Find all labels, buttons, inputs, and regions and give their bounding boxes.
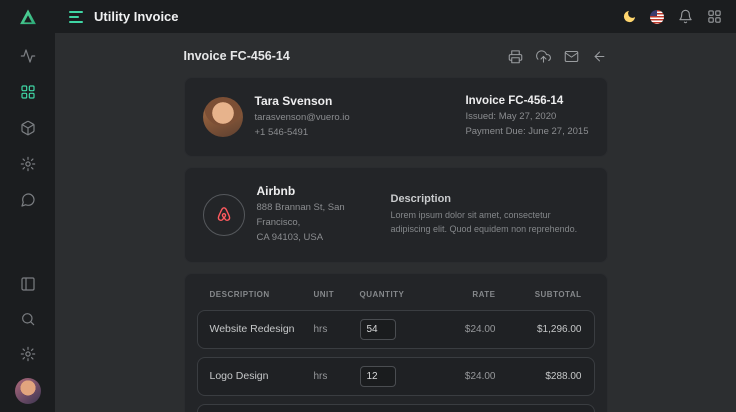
invoice-number: Invoice FC-456-14 [465, 95, 588, 107]
col-rate: RATE [432, 290, 496, 299]
invoice-issued: Issued: May 27, 2020 [465, 110, 588, 125]
notifications-bell-icon[interactable] [677, 9, 693, 25]
col-subtotal: SUBTOTAL [508, 290, 582, 299]
logo-triangle-icon [18, 7, 38, 27]
client-info: Tara Svenson tarasvenson@vuero.io +1 546… [203, 94, 350, 140]
quantity-input[interactable] [360, 366, 396, 387]
dashboard-grid-icon[interactable] [17, 81, 39, 103]
item-unit: hrs [314, 371, 348, 382]
sidebar [0, 0, 55, 412]
description-body: Lorem ipsum dolor sit amet, consectetur … [391, 209, 589, 237]
invoice-due: Payment Due: June 27, 2015 [465, 125, 588, 140]
client-avatar [203, 97, 243, 137]
item-description: Logo Design [210, 370, 302, 382]
client-name: Tara Svenson [255, 94, 350, 108]
invoice-header: Invoice FC-456-14 [184, 41, 608, 77]
company-address-1: 888 Brannan St, San Francisco, [257, 201, 377, 230]
col-quantity: QUANTITY [360, 290, 420, 299]
item-rate: $24.00 [432, 371, 496, 382]
airbnb-logo-icon [203, 194, 245, 236]
language-flag-icon[interactable] [650, 10, 664, 24]
package-icon[interactable] [17, 117, 39, 139]
mail-icon[interactable] [564, 48, 580, 64]
menu-burger-icon[interactable] [69, 11, 83, 23]
client-card: Tara Svenson tarasvenson@vuero.io +1 546… [184, 77, 608, 157]
back-arrow-icon[interactable] [592, 48, 608, 64]
table-row: Logo Design hrs $24.00 $288.00 [197, 357, 595, 396]
table-row: Custom Illustrations hrs $32.00 $224.00 [197, 404, 595, 412]
quantity-input[interactable] [360, 319, 396, 340]
description-title: Description [391, 193, 589, 205]
user-avatar[interactable] [15, 378, 41, 404]
cloud-upload-icon[interactable] [536, 48, 552, 64]
topbar: Utility Invoice [55, 0, 736, 33]
search-icon[interactable] [17, 308, 39, 330]
company-card: Airbnb 888 Brannan St, San Francisco, CA… [184, 167, 608, 262]
sidebar-bottom [15, 273, 41, 412]
page-heading: Utility Invoice [94, 9, 179, 24]
item-subtotal: $288.00 [508, 371, 582, 382]
print-icon[interactable] [508, 48, 524, 64]
company-info: Airbnb 888 Brannan St, San Francisco, CA… [203, 184, 377, 245]
invoice-actions [508, 48, 608, 64]
invoice-meta: Invoice FC-456-14 Issued: May 27, 2020 P… [465, 95, 588, 139]
company-address-2: CA 94103, USA [257, 231, 377, 246]
table-header: DESCRIPTION UNIT QUANTITY RATE SUBTOTAL [197, 286, 595, 310]
activity-icon[interactable] [17, 45, 39, 67]
col-description: DESCRIPTION [210, 290, 302, 299]
app: Utility Invoice Invoice FC-456-14 [0, 0, 736, 412]
invoice-description: Description Lorem ipsum dolor sit amet, … [391, 193, 589, 237]
line-items-card: DESCRIPTION UNIT QUANTITY RATE SUBTOTAL … [184, 273, 608, 412]
content-area: Invoice FC-456-14 [55, 33, 736, 412]
item-rate: $24.00 [432, 324, 496, 335]
topbar-actions [621, 9, 722, 25]
item-subtotal: $1,296.00 [508, 324, 582, 335]
chat-icon[interactable] [17, 189, 39, 211]
apps-grid-icon[interactable] [706, 9, 722, 25]
app-logo[interactable] [0, 0, 55, 33]
preferences-gear-icon[interactable] [17, 343, 39, 365]
invoice-title: Invoice FC-456-14 [184, 49, 290, 63]
settings-gear-icon[interactable] [17, 153, 39, 175]
company-name: Airbnb [257, 184, 377, 198]
col-unit: UNIT [314, 290, 348, 299]
main-pane: Utility Invoice Invoice FC-456-14 [55, 0, 736, 412]
item-unit: hrs [314, 324, 348, 335]
table-row: Website Redesign hrs $24.00 $1,296.00 [197, 310, 595, 349]
dark-mode-moon-icon[interactable] [621, 9, 637, 25]
sidebar-nav [17, 45, 39, 211]
item-description: Website Redesign [210, 323, 302, 335]
panels-icon[interactable] [17, 273, 39, 295]
client-email: tarasvenson@vuero.io [255, 111, 350, 126]
client-phone: +1 546-5491 [255, 126, 350, 141]
